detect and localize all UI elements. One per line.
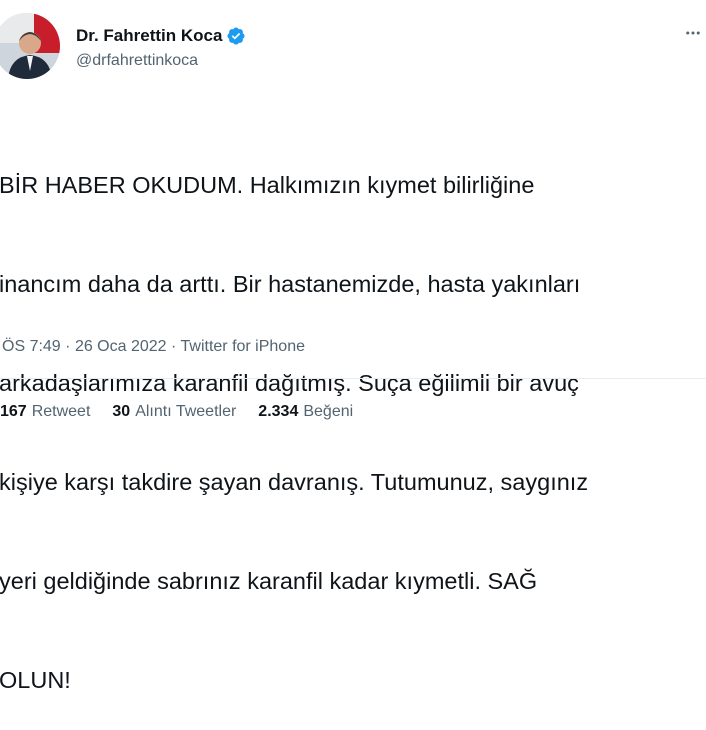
- divider: [0, 378, 706, 379]
- retweets-stat[interactable]: 167 Retweet: [0, 403, 90, 421]
- tweet-line: inancım daha da arttı. Bir hastanemizde,…: [0, 271, 581, 297]
- author-name-row[interactable]: Dr. Fahrettin Koca: [76, 26, 246, 46]
- verified-badge-icon: [227, 27, 245, 45]
- author-name[interactable]: Dr. Fahrettin Koca: [76, 26, 222, 46]
- likes-count: 2.334: [258, 403, 299, 420]
- meta-separator: ·: [65, 338, 71, 355]
- tweet-line: kişiye karşı takdire şayan davranış. Tut…: [0, 469, 589, 495]
- likes-stat[interactable]: 2.334 Beğeni: [258, 403, 353, 421]
- quotes-count: 30: [112, 403, 131, 420]
- tweet-line: BİR HABER OKUDUM. Halkımızın kıymet bili…: [0, 172, 535, 198]
- tweet-line: OLUN!: [0, 667, 71, 693]
- tweet-line: yeri geldiğinde sabrınız karanfil kadar …: [0, 568, 538, 594]
- tweet-time[interactable]: ÖS 7:49: [2, 338, 61, 355]
- retweets-label: Retweet: [31, 403, 91, 420]
- tweet-date[interactable]: 26 Oca 2022: [75, 338, 167, 355]
- likes-label: Beğeni: [303, 403, 354, 420]
- retweets-count: 167: [0, 403, 27, 420]
- meta-separator: ·: [171, 338, 177, 355]
- quotes-label: Alıntı Tweetler: [135, 403, 237, 420]
- tweet-meta: ÖS 7:49 · 26 Oca 2022 · Twitter for iPho…: [2, 338, 305, 356]
- more-icon[interactable]: [684, 24, 702, 42]
- author-handle[interactable]: @drfahrettinkoca: [76, 52, 198, 70]
- tweet-stats: 167 Retweet 30 Alıntı Tweetler 2.334 Beğ…: [0, 403, 375, 421]
- tweet-source[interactable]: Twitter for iPhone: [181, 338, 306, 355]
- avatar[interactable]: [0, 13, 60, 79]
- profile-photo: [0, 13, 60, 79]
- quotes-stat[interactable]: 30 Alıntı Tweetler: [112, 403, 236, 421]
- tweet-line: arkadaşlarımıza karanfil dağıtmış. Suça …: [0, 370, 579, 396]
